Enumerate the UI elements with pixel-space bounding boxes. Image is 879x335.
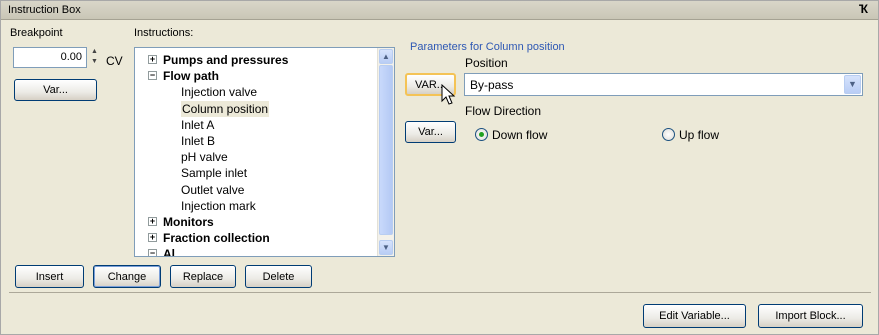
breakpoint-label: Breakpoint (10, 27, 63, 39)
tree-item-label: Flow path (163, 69, 219, 84)
window-title: Instruction Box (8, 4, 81, 16)
expand-icon[interactable]: + (148, 55, 157, 64)
tree-leaf-item[interactable]: Injection valve (135, 84, 375, 100)
scroll-thumb[interactable] (379, 65, 393, 235)
expand-icon[interactable]: + (148, 217, 157, 226)
import-block-button[interactable]: Import Block... (758, 304, 863, 328)
parameters-title: Parameters for Column position (410, 41, 565, 53)
tree-item-label: Sample inlet (181, 166, 248, 181)
mouse-cursor-icon (441, 84, 456, 105)
collapse-icon[interactable]: − (148, 249, 157, 256)
change-button[interactable]: Change (93, 265, 161, 288)
expand-icon[interactable]: + (148, 233, 157, 243)
breakpoint-value: 0.00 (60, 51, 82, 63)
instruction-box-window: Instruction Box Ҡ Breakpoint 0.00 ▲ ▼ CV… (0, 0, 879, 335)
spin-up-icon[interactable]: ▲ (89, 47, 100, 57)
up-flow-radio[interactable] (662, 128, 675, 141)
instructions-scrollbar[interactable]: ▲ ▼ (377, 48, 394, 256)
spin-down-icon[interactable]: ▼ (89, 57, 100, 67)
pin-icon[interactable]: Ҡ (859, 2, 868, 16)
up-flow-label: Up flow (679, 128, 720, 142)
tree-group-item[interactable]: + Monitors (135, 214, 375, 230)
tree-leaf-item[interactable]: Injection mark (135, 198, 375, 214)
instructions-label: Instructions: (134, 27, 194, 39)
tree-leaf-item[interactable]: pH valve (135, 149, 375, 165)
tree-leaf-item[interactable]: Column position (135, 100, 375, 117)
breakpoint-spinner[interactable]: ▲ ▼ (89, 47, 100, 68)
tree-group-item[interactable]: + Fraction collection (135, 230, 375, 246)
separator (9, 292, 871, 293)
flow-direction-label: Flow Direction (465, 104, 542, 118)
flow-direction-var-button[interactable]: Var... (405, 121, 456, 143)
tree-item-label: Monitors (163, 215, 214, 229)
tree-group-item[interactable]: − Al... (135, 246, 375, 257)
scroll-down-icon[interactable]: ▼ (379, 240, 393, 255)
position-label: Position (465, 56, 508, 70)
position-select[interactable]: By-pass ▼ (464, 73, 863, 96)
edit-variable-button[interactable]: Edit Variable... (643, 304, 746, 328)
tree-leaf-item[interactable]: Sample inlet (135, 165, 375, 181)
scroll-up-icon[interactable]: ▲ (379, 49, 393, 64)
tree-leaf-item[interactable]: Outlet valve (135, 182, 375, 198)
insert-button[interactable]: Insert (15, 265, 84, 288)
down-flow-radio[interactable] (475, 128, 488, 141)
breakpoint-input[interactable]: 0.00 (13, 47, 87, 68)
tree-group-item[interactable]: + Pumps and pressures (135, 52, 375, 68)
down-flow-label: Down flow (492, 128, 548, 142)
collapse-icon[interactable]: − (148, 71, 157, 81)
tree-leaf-item[interactable]: Inlet A (135, 117, 375, 133)
tree-item-label: Inlet A (181, 117, 215, 132)
tree-item-label: Fraction collection (163, 231, 270, 246)
chevron-down-icon[interactable]: ▼ (844, 75, 861, 94)
tree-item-label: Injection mark (181, 198, 256, 213)
tree-item-label: Outlet valve (181, 182, 245, 197)
instructions-tree[interactable]: + Pumps and pressures − Flow path Injection … (134, 47, 395, 257)
breakpoint-unit: CV (106, 54, 123, 68)
tree-item-label: Inlet B (181, 134, 216, 148)
tree-item-label: pH valve (181, 150, 228, 165)
tree-item-label: Pumps and pressures (163, 53, 289, 67)
breakpoint-var-button[interactable]: Var... (14, 79, 97, 101)
title-bar: Instruction Box Ҡ (1, 1, 878, 20)
tree-item-label: Injection valve (181, 85, 258, 100)
tree-group-item[interactable]: − Flow path (135, 68, 375, 84)
tree-leaf-item[interactable]: Inlet B (135, 133, 375, 149)
tree-item-label: Al... (163, 247, 186, 257)
replace-button[interactable]: Replace (170, 265, 236, 288)
tree-item-label: Column position (181, 100, 270, 117)
delete-button[interactable]: Delete (245, 265, 312, 288)
position-value: By-pass (470, 78, 514, 92)
